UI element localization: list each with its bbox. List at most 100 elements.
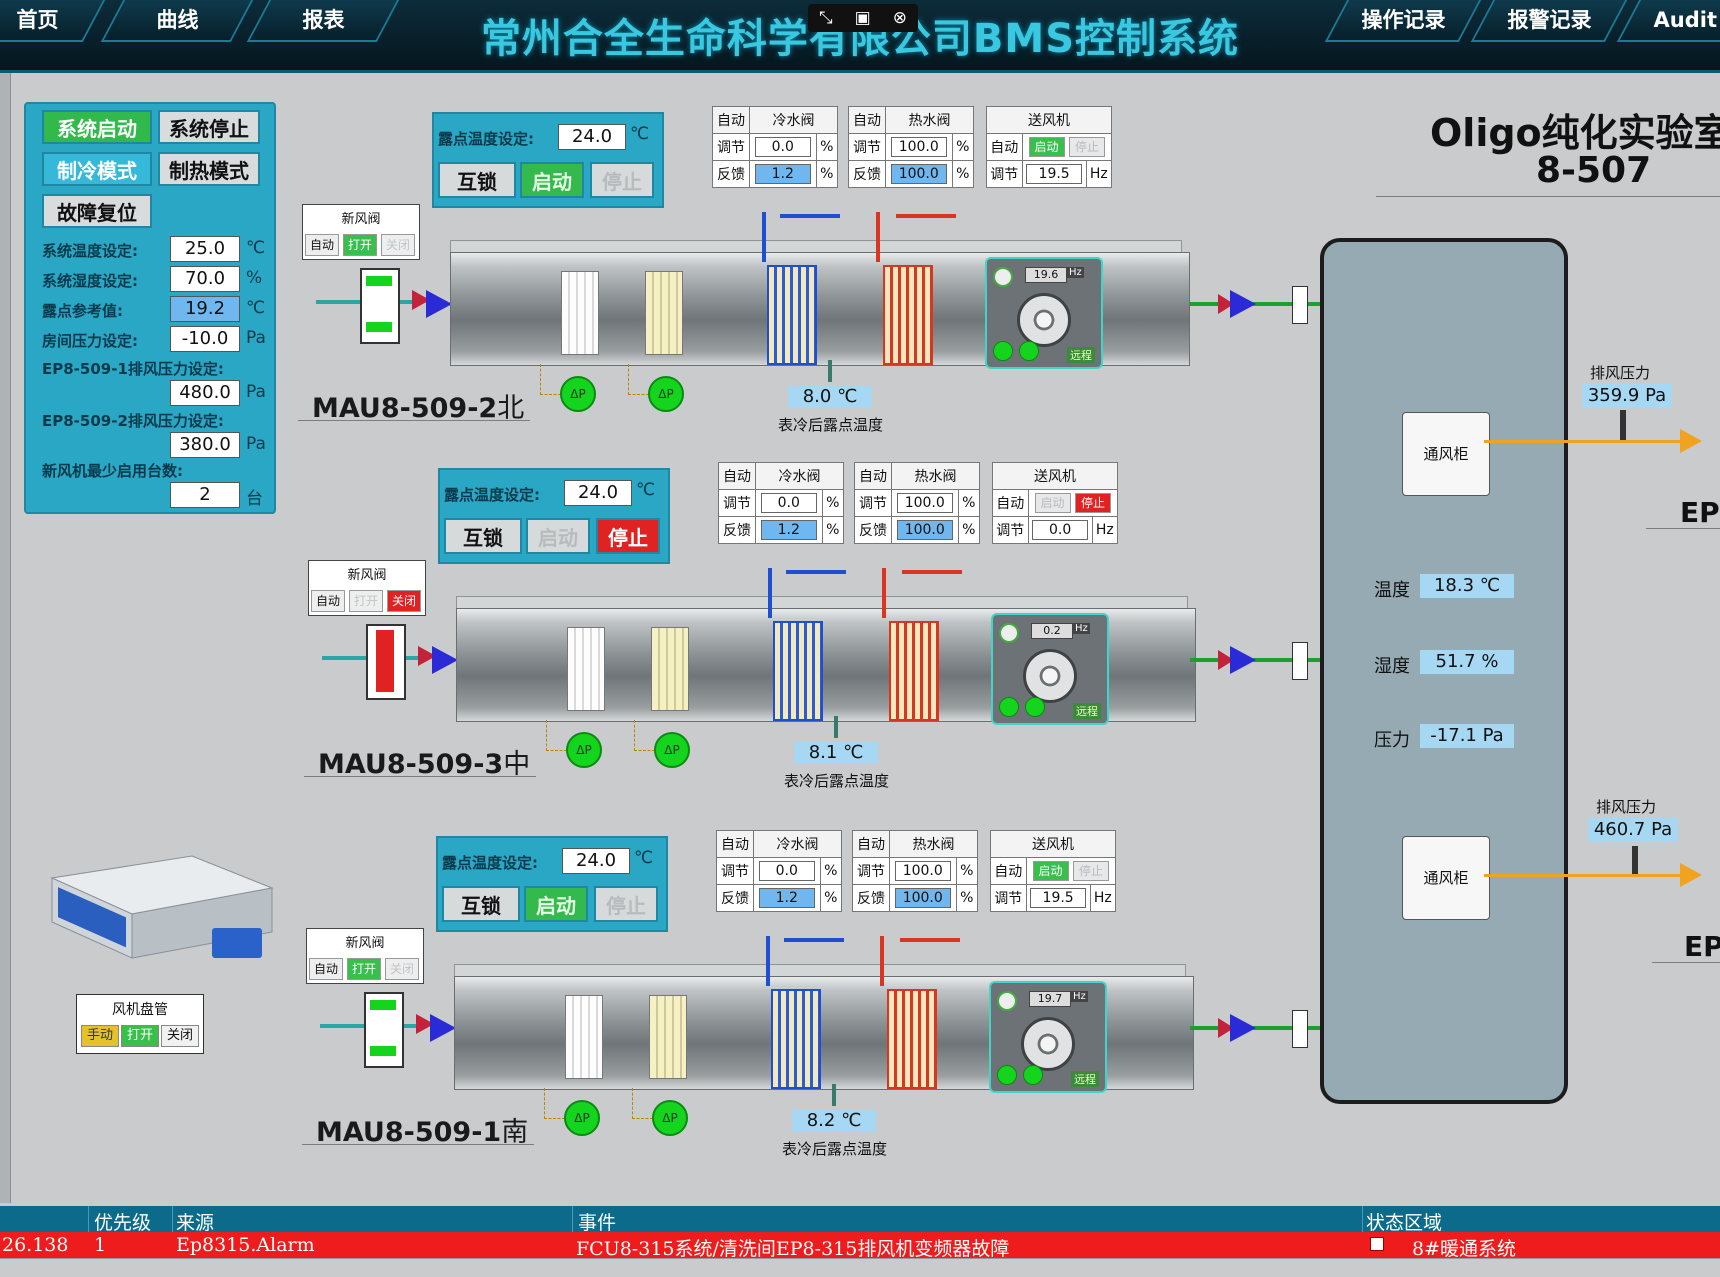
min-fan-count-field[interactable]: 2 [170, 482, 240, 508]
alarm-row[interactable]: 26.138 1 Ep8315.Alarm FCU8-315系统/清洗间EP8-… [0, 1232, 1720, 1260]
left-edge-scroll-strip[interactable] [0, 73, 11, 1203]
hot-valve-adjust-field[interactable]: 100.0 [894, 861, 951, 881]
damper-close-button[interactable]: 关闭 [385, 958, 419, 980]
hot-valve-auto-label[interactable]: 自动 [852, 830, 890, 858]
filter1-dp-switch: ΔP [560, 376, 596, 412]
alarm-col-state-area[interactable]: 状态区域 [1366, 1208, 1442, 1235]
damper-open-button[interactable]: 打开 [349, 590, 383, 612]
interlock-button[interactable]: 互锁 [442, 886, 520, 922]
supply-fan-hz-field[interactable]: 19.5 [1026, 164, 1083, 184]
fan-coil-unit-image [50, 855, 274, 959]
fault-reset-button[interactable]: 故障复位 [42, 194, 152, 228]
inlet-arrow-icon [426, 290, 452, 318]
nav-tab-report[interactable]: 报表 [246, 0, 400, 42]
supply-fan-stop-button[interactable]: 停止 [1069, 137, 1106, 157]
room-temp-unit: ℃ [1479, 575, 1501, 596]
cold-valve-auto-label[interactable]: 自动 [712, 106, 750, 134]
fume-hood-2[interactable]: 通风柜 [1402, 836, 1490, 920]
ep1-pressure-setpoint-field[interactable]: 480.0 [170, 380, 240, 406]
fresh-air-damper[interactable] [360, 268, 400, 344]
fan-coil-open-button[interactable]: 打开 [121, 1025, 159, 1047]
ahu-stop-button[interactable]: 停止 [590, 162, 654, 198]
restore-icon[interactable]: ▣ [855, 8, 871, 28]
damper-auto-button[interactable]: 自动 [311, 590, 345, 612]
cooling-mode-button[interactable]: 制冷模式 [42, 152, 152, 186]
fan-remote-tag: 远程 [1071, 1071, 1099, 1087]
alarm-col-source[interactable]: 来源 [176, 1208, 214, 1235]
ahu-start-button[interactable]: 启动 [524, 886, 588, 922]
cold-valve-auto-label[interactable]: 自动 [716, 830, 754, 858]
alarm-col-event[interactable]: 事件 [578, 1208, 616, 1235]
interlock-button[interactable]: 互锁 [438, 162, 516, 198]
nav-tab-home[interactable]: 首页 [0, 0, 106, 42]
supply-fan-stop-button[interactable]: 停止 [1075, 493, 1112, 513]
damper-open-button[interactable]: 打开 [347, 958, 381, 980]
minimize-icon[interactable]: ⤡ [819, 8, 833, 28]
supply-fan[interactable]: 0.2 Hz 远程 [991, 613, 1109, 725]
fan-wheel-icon [1023, 649, 1077, 703]
heating-mode-button[interactable]: 制热模式 [158, 152, 260, 186]
close-icon[interactable]: ⊗ [893, 8, 907, 28]
damper-auto-button[interactable]: 自动 [305, 234, 339, 256]
nav-tab-alarm-log[interactable]: 报警记录 [1470, 0, 1628, 42]
fume-hood-1[interactable]: 通风柜 [1402, 412, 1490, 496]
cold-valve-adjust-field[interactable]: 0.0 [760, 493, 817, 513]
alarm-col-divider [88, 1206, 89, 1232]
ep2-pressure-setpoint-field[interactable]: 380.0 [170, 432, 240, 458]
dew-sensor-stem [828, 360, 832, 382]
nav-tab-audit[interactable]: Audit [1616, 0, 1720, 42]
fan-hz-readout: 0.2 [1031, 623, 1073, 639]
system-start-button[interactable]: 系统启动 [42, 110, 152, 144]
supply-fan[interactable]: 19.7 Hz 远程 [989, 981, 1107, 1093]
supply-fan-hz-field[interactable]: 19.5 [1030, 888, 1087, 908]
supply-fan-table: 送风机 自动 启动 停止 调节 19.5 Hz [990, 830, 1117, 912]
ahu-stop-button[interactable]: 停止 [596, 518, 660, 554]
damper-open-button[interactable]: 打开 [343, 234, 377, 256]
fresh-air-damper[interactable] [364, 992, 404, 1068]
room-pressure-setpoint-field[interactable]: -10.0 [170, 326, 240, 352]
supply-fan-table: 送风机 自动 启动 停止 调节 19.5 Hz [986, 106, 1113, 188]
supply-fan-auto-label[interactable]: 自动 [992, 489, 1029, 517]
supply-fan-start-button[interactable]: 启动 [1028, 137, 1065, 157]
hot-valve-adjust-field[interactable]: 100.0 [890, 137, 947, 157]
damper-close-button[interactable]: 关闭 [387, 590, 421, 612]
damper-close-button[interactable]: 关闭 [381, 234, 415, 256]
ahu-start-button[interactable]: 启动 [520, 162, 584, 198]
dew-setpoint-field[interactable]: 24.0 [562, 848, 630, 874]
humidity-setpoint-field[interactable]: 70.0 [170, 266, 240, 292]
hot-water-pipe [876, 212, 880, 262]
fan-run-indicator [993, 341, 1013, 361]
fresh-air-damper[interactable] [366, 624, 406, 700]
fan-coil-close-button[interactable]: 关闭 [161, 1025, 199, 1047]
alarm-col-priority[interactable]: 优先级 [94, 1208, 151, 1235]
damper-auto-button[interactable]: 自动 [309, 958, 343, 980]
supply-fan-auto-label[interactable]: 自动 [990, 857, 1027, 885]
hot-valve-adjust-field[interactable]: 100.0 [896, 493, 953, 513]
dew-setpoint-field[interactable]: 24.0 [558, 124, 626, 150]
nav-tab-operation-log-label: 操作记录 [1361, 8, 1446, 32]
cold-water-pipe [766, 936, 770, 986]
nav-tab-operation-log[interactable]: 操作记录 [1324, 0, 1482, 42]
ahu-start-button[interactable]: 启动 [526, 518, 590, 554]
nav-tab-curve[interactable]: 曲线 [100, 0, 254, 42]
system-stop-button[interactable]: 系统停止 [158, 110, 260, 144]
cold-valve-adjust-field[interactable]: 0.0 [758, 861, 815, 881]
supply-fan-hz-field[interactable]: 0.0 [1032, 520, 1089, 540]
supply-fan-auto-label[interactable]: 自动 [986, 133, 1023, 161]
supply-fan[interactable]: 19.6 Hz 远程 [985, 257, 1103, 369]
fan-coil-manual-button[interactable]: 手动 [81, 1025, 119, 1047]
dew-setpoint-field[interactable]: 24.0 [564, 480, 632, 506]
cold-valve-auto-label[interactable]: 自动 [718, 462, 756, 490]
hot-valve-auto-label[interactable]: 自动 [848, 106, 886, 134]
cold-valve-adjust-field[interactable]: 0.0 [754, 137, 811, 157]
heating-coil [887, 989, 937, 1089]
temp-setpoint-field[interactable]: 25.0 [170, 236, 240, 262]
fan-remote-tag: 远程 [1067, 347, 1095, 363]
supply-fan-start-button[interactable]: 启动 [1034, 493, 1071, 513]
hot-water-pipe [896, 214, 956, 218]
interlock-button[interactable]: 互锁 [444, 518, 522, 554]
supply-fan-stop-button[interactable]: 停止 [1073, 861, 1110, 881]
supply-fan-start-button[interactable]: 启动 [1032, 861, 1069, 881]
hot-valve-auto-label[interactable]: 自动 [854, 462, 892, 490]
ahu-stop-button[interactable]: 停止 [594, 886, 658, 922]
